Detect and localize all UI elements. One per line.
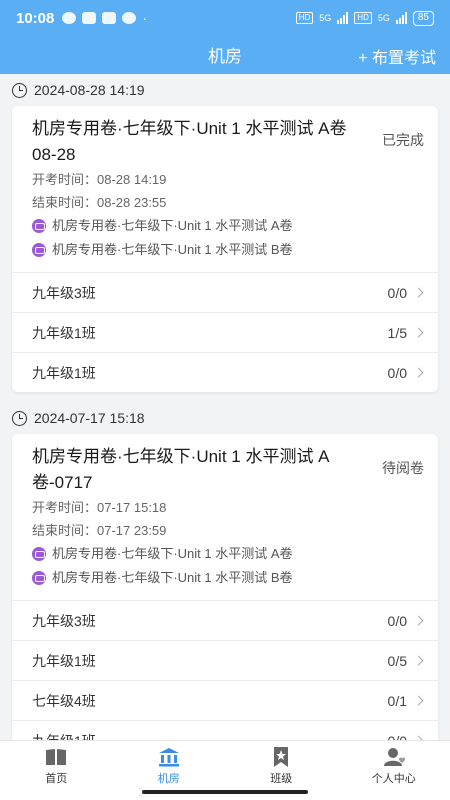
paper-title: 机房专用卷·七年级下·Unit 1 水平测试 A卷 <box>52 218 293 233</box>
broadcast-icon <box>102 12 117 24</box>
signal-icon <box>337 12 349 24</box>
class-row[interactable]: 九年级1班 0/5 <box>12 640 438 680</box>
battery-icon: 85 <box>412 10 434 26</box>
class-count: 0/5 <box>387 652 407 669</box>
class-row[interactable]: 九年级1班0/0 <box>12 720 438 740</box>
exam-title: 机房专用卷·七年级下·Unit 1 水平测试 A卷 08-28 <box>32 119 347 164</box>
exam-start-time: 开考时间：07-17 15:18 <box>32 500 167 515</box>
class-count: 0/0 <box>387 364 407 381</box>
paper-icon <box>32 547 46 561</box>
group-date: 2024-08-28 14:19 <box>0 74 450 106</box>
add-exam-button[interactable]: + 布置考试 <box>358 44 436 68</box>
paper-title: 机房专用卷·七年级下·Unit 1 水平测试 B卷 <box>52 570 293 585</box>
hd-icon: HD <box>295 12 314 24</box>
group-date-text: 2024-08-28 14:19 <box>34 82 145 98</box>
exam-start-time: 开考时间：08-28 14:19 <box>32 172 167 187</box>
exam-end-time: 结束时间：07-17 23:59 <box>32 523 167 538</box>
exam-end-time: 结束时间：08-28 23:55 <box>32 195 167 210</box>
user-heart-icon <box>383 748 405 766</box>
class-name: 九年级1班 <box>32 652 96 669</box>
class-count: 0/0 <box>387 612 407 629</box>
class-name: 七年级4班 <box>32 692 96 709</box>
chevron-right-icon <box>413 695 424 706</box>
paper-item: 机房专用卷·七年级下·Unit 1 水平测试 A卷 <box>32 214 358 238</box>
exam-list[interactable]: 2024-08-28 14:19 机房专用卷·七年级下·Unit 1 水平测试 A… <box>0 74 450 740</box>
paper-icon <box>32 243 46 257</box>
exam-card-header[interactable]: 机房专用卷·七年级下·Unit 1 水平测试 A卷-0717 待阅卷开考时间：07… <box>12 434 438 600</box>
class-row[interactable]: 九年级1班 0/0 <box>12 352 438 392</box>
paper-icon <box>32 219 46 233</box>
alarm-icon <box>62 12 77 24</box>
exam-title: 机房专用卷·七年级下·Unit 1 水平测试 A卷-0717 <box>32 447 330 492</box>
network-label-1: 5G <box>319 13 332 23</box>
class-count: 0/1 <box>387 692 407 709</box>
notification-icons: · <box>62 10 147 26</box>
app-header: 10:08 · HD 5G HD 5G 85 机房 + 布置考试 <box>0 0 450 74</box>
tab-profile[interactable]: 个人中心 <box>338 741 450 800</box>
book-icon <box>46 749 67 765</box>
title-row: 机房 + 布置考试 <box>0 38 450 70</box>
chevron-right-icon <box>413 615 424 626</box>
tab-home[interactable]: 首页 <box>0 741 113 800</box>
status-bar: 10:08 · HD 5G HD 5G 85 <box>0 0 450 36</box>
hd-icon-2: HD <box>354 12 372 24</box>
more-dot-icon: · <box>142 10 148 26</box>
network-label-2: 5G <box>377 13 390 23</box>
class-row[interactable]: 九年级1班 1/5 <box>12 312 438 352</box>
wechat-icon <box>82 12 97 24</box>
chevron-right-icon <box>413 367 424 378</box>
status-time: 10:08 <box>16 9 55 27</box>
tab-computer-room-label: 机房 <box>157 773 180 785</box>
chevron-right-icon <box>413 287 424 298</box>
bank-icon <box>158 748 179 767</box>
paper-item: 机房专用卷·七年级下·Unit 1 水平测试 B卷 <box>32 566 358 590</box>
exam-status: 待阅卷 <box>382 460 424 476</box>
exam-card: 机房专用卷·七年级下·Unit 1 水平测试 A卷-0717 待阅卷开考时间：07… <box>12 434 438 740</box>
class-row[interactable]: 七年级4班 0/1 <box>12 680 438 720</box>
chevron-right-icon <box>413 327 424 338</box>
paper-icon <box>32 571 46 585</box>
chevron-right-icon <box>413 655 424 666</box>
paper-item: 机房专用卷·七年级下·Unit 1 水平测试 A卷 <box>32 542 358 566</box>
group-date: 2024-07-17 15:18 <box>0 402 450 434</box>
class-count: 0/0 <box>388 733 407 741</box>
signal-icon-2 <box>395 12 407 24</box>
class-name: 九年级1班 <box>32 324 96 341</box>
paper-item: 机房专用卷·七年级下·Unit 1 水平测试 B卷 <box>32 238 358 262</box>
class-name: 九年级1班 <box>32 731 388 741</box>
paper-title: 机房专用卷·七年级下·Unit 1 水平测试 A卷 <box>52 546 293 561</box>
clock-icon <box>12 82 27 98</box>
class-row[interactable]: 九年级3班 0/0 <box>12 272 438 312</box>
status-right: HD 5G HD 5G 85 <box>295 10 434 26</box>
class-count: 0/0 <box>387 284 407 301</box>
group-date-text: 2024-07-17 15:18 <box>34 410 145 426</box>
bookmark-star-icon <box>274 747 289 767</box>
exam-card: 机房专用卷·七年级下·Unit 1 水平测试 A卷 08-28 已完成开考时间：0… <box>12 106 438 392</box>
page-title: 机房 <box>208 46 242 66</box>
class-name: 九年级1班 <box>32 364 96 381</box>
class-name: 九年级3班 <box>32 612 96 629</box>
upload-icon <box>122 12 137 24</box>
clock-icon <box>12 410 27 426</box>
exam-status: 已完成 <box>382 132 424 148</box>
tab-home-label: 首页 <box>45 773 68 785</box>
tab-class-label: 班级 <box>270 773 293 785</box>
class-row[interactable]: 九年级3班 0/0 <box>12 600 438 640</box>
class-count: 1/5 <box>387 324 407 341</box>
paper-title: 机房专用卷·七年级下·Unit 1 水平测试 B卷 <box>52 242 293 257</box>
home-indicator[interactable] <box>142 790 308 794</box>
exam-card-header[interactable]: 机房专用卷·七年级下·Unit 1 水平测试 A卷 08-28 已完成开考时间：0… <box>12 106 438 272</box>
tab-profile-label: 个人中心 <box>371 773 416 785</box>
class-name: 九年级3班 <box>32 284 96 301</box>
